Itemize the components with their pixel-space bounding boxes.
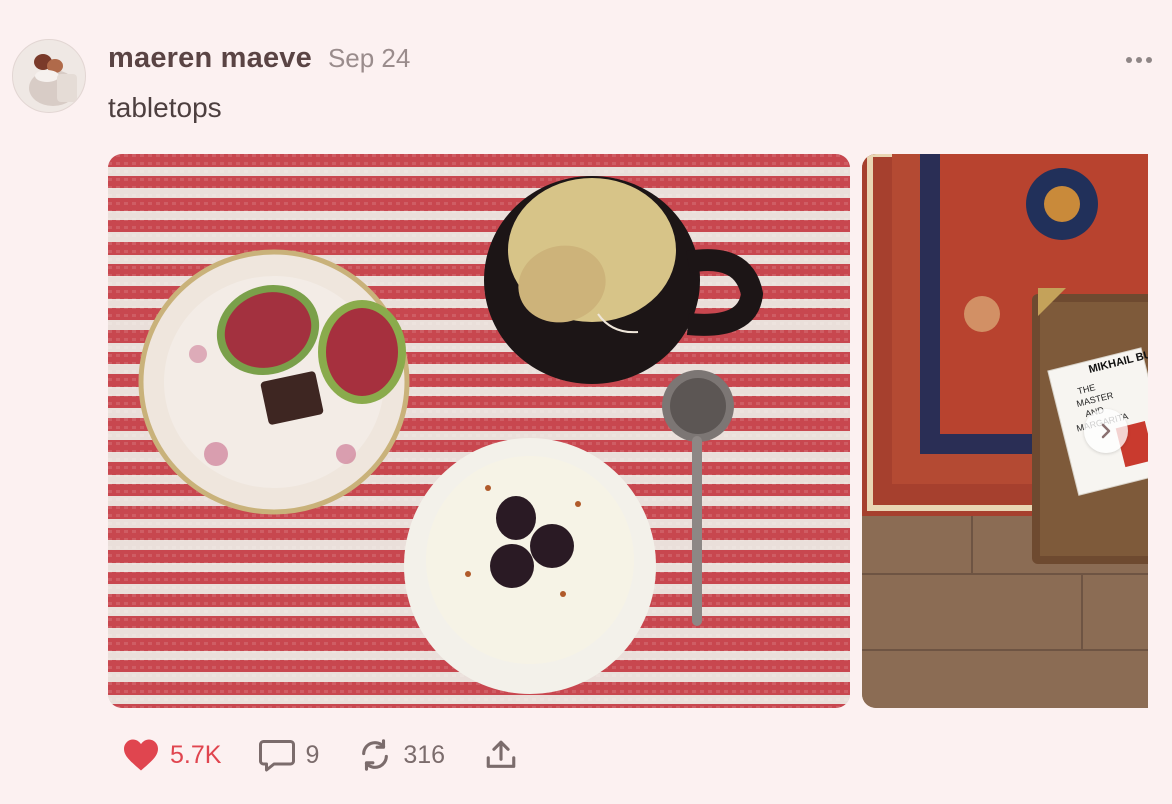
dot-icon	[1136, 57, 1142, 63]
post-header: maeren maeve Sep 24	[108, 42, 410, 75]
dot-icon	[1126, 57, 1132, 63]
like-count: 5.7K	[170, 740, 222, 769]
repost-count: 316	[403, 740, 446, 769]
avatar-image	[13, 40, 85, 112]
carousel-next-button[interactable]	[1084, 409, 1128, 453]
comment-button[interactable]: 9	[259, 738, 319, 772]
avatar[interactable]	[12, 39, 86, 113]
comment-icon	[259, 740, 296, 772]
share-button[interactable]	[483, 738, 519, 772]
share-icon	[486, 740, 516, 768]
post-text: tabletops	[108, 92, 222, 123]
heart-icon	[124, 739, 158, 771]
comment-count: 9	[305, 740, 320, 769]
more-options-button[interactable]	[1126, 50, 1152, 70]
repost-icon	[362, 739, 389, 771]
tabletop-photo-icon	[108, 154, 850, 708]
like-button[interactable]: 5.7K	[122, 738, 221, 772]
post: maeren maeve Sep 24 tabletops THE MASTER…	[0, 0, 1172, 804]
media-carousel[interactable]: THE MASTER AND MARGARITA MIKHAIL BU	[108, 154, 1148, 708]
post-image-1[interactable]	[108, 154, 850, 708]
timestamp[interactable]: Sep 24	[328, 43, 410, 74]
action-bar: 5.7K 9 316	[122, 738, 557, 772]
username[interactable]: maeren maeve	[108, 42, 312, 75]
repost-button[interactable]: 316	[357, 738, 445, 772]
dot-icon	[1146, 57, 1152, 63]
chevron-right-icon	[1101, 423, 1111, 439]
